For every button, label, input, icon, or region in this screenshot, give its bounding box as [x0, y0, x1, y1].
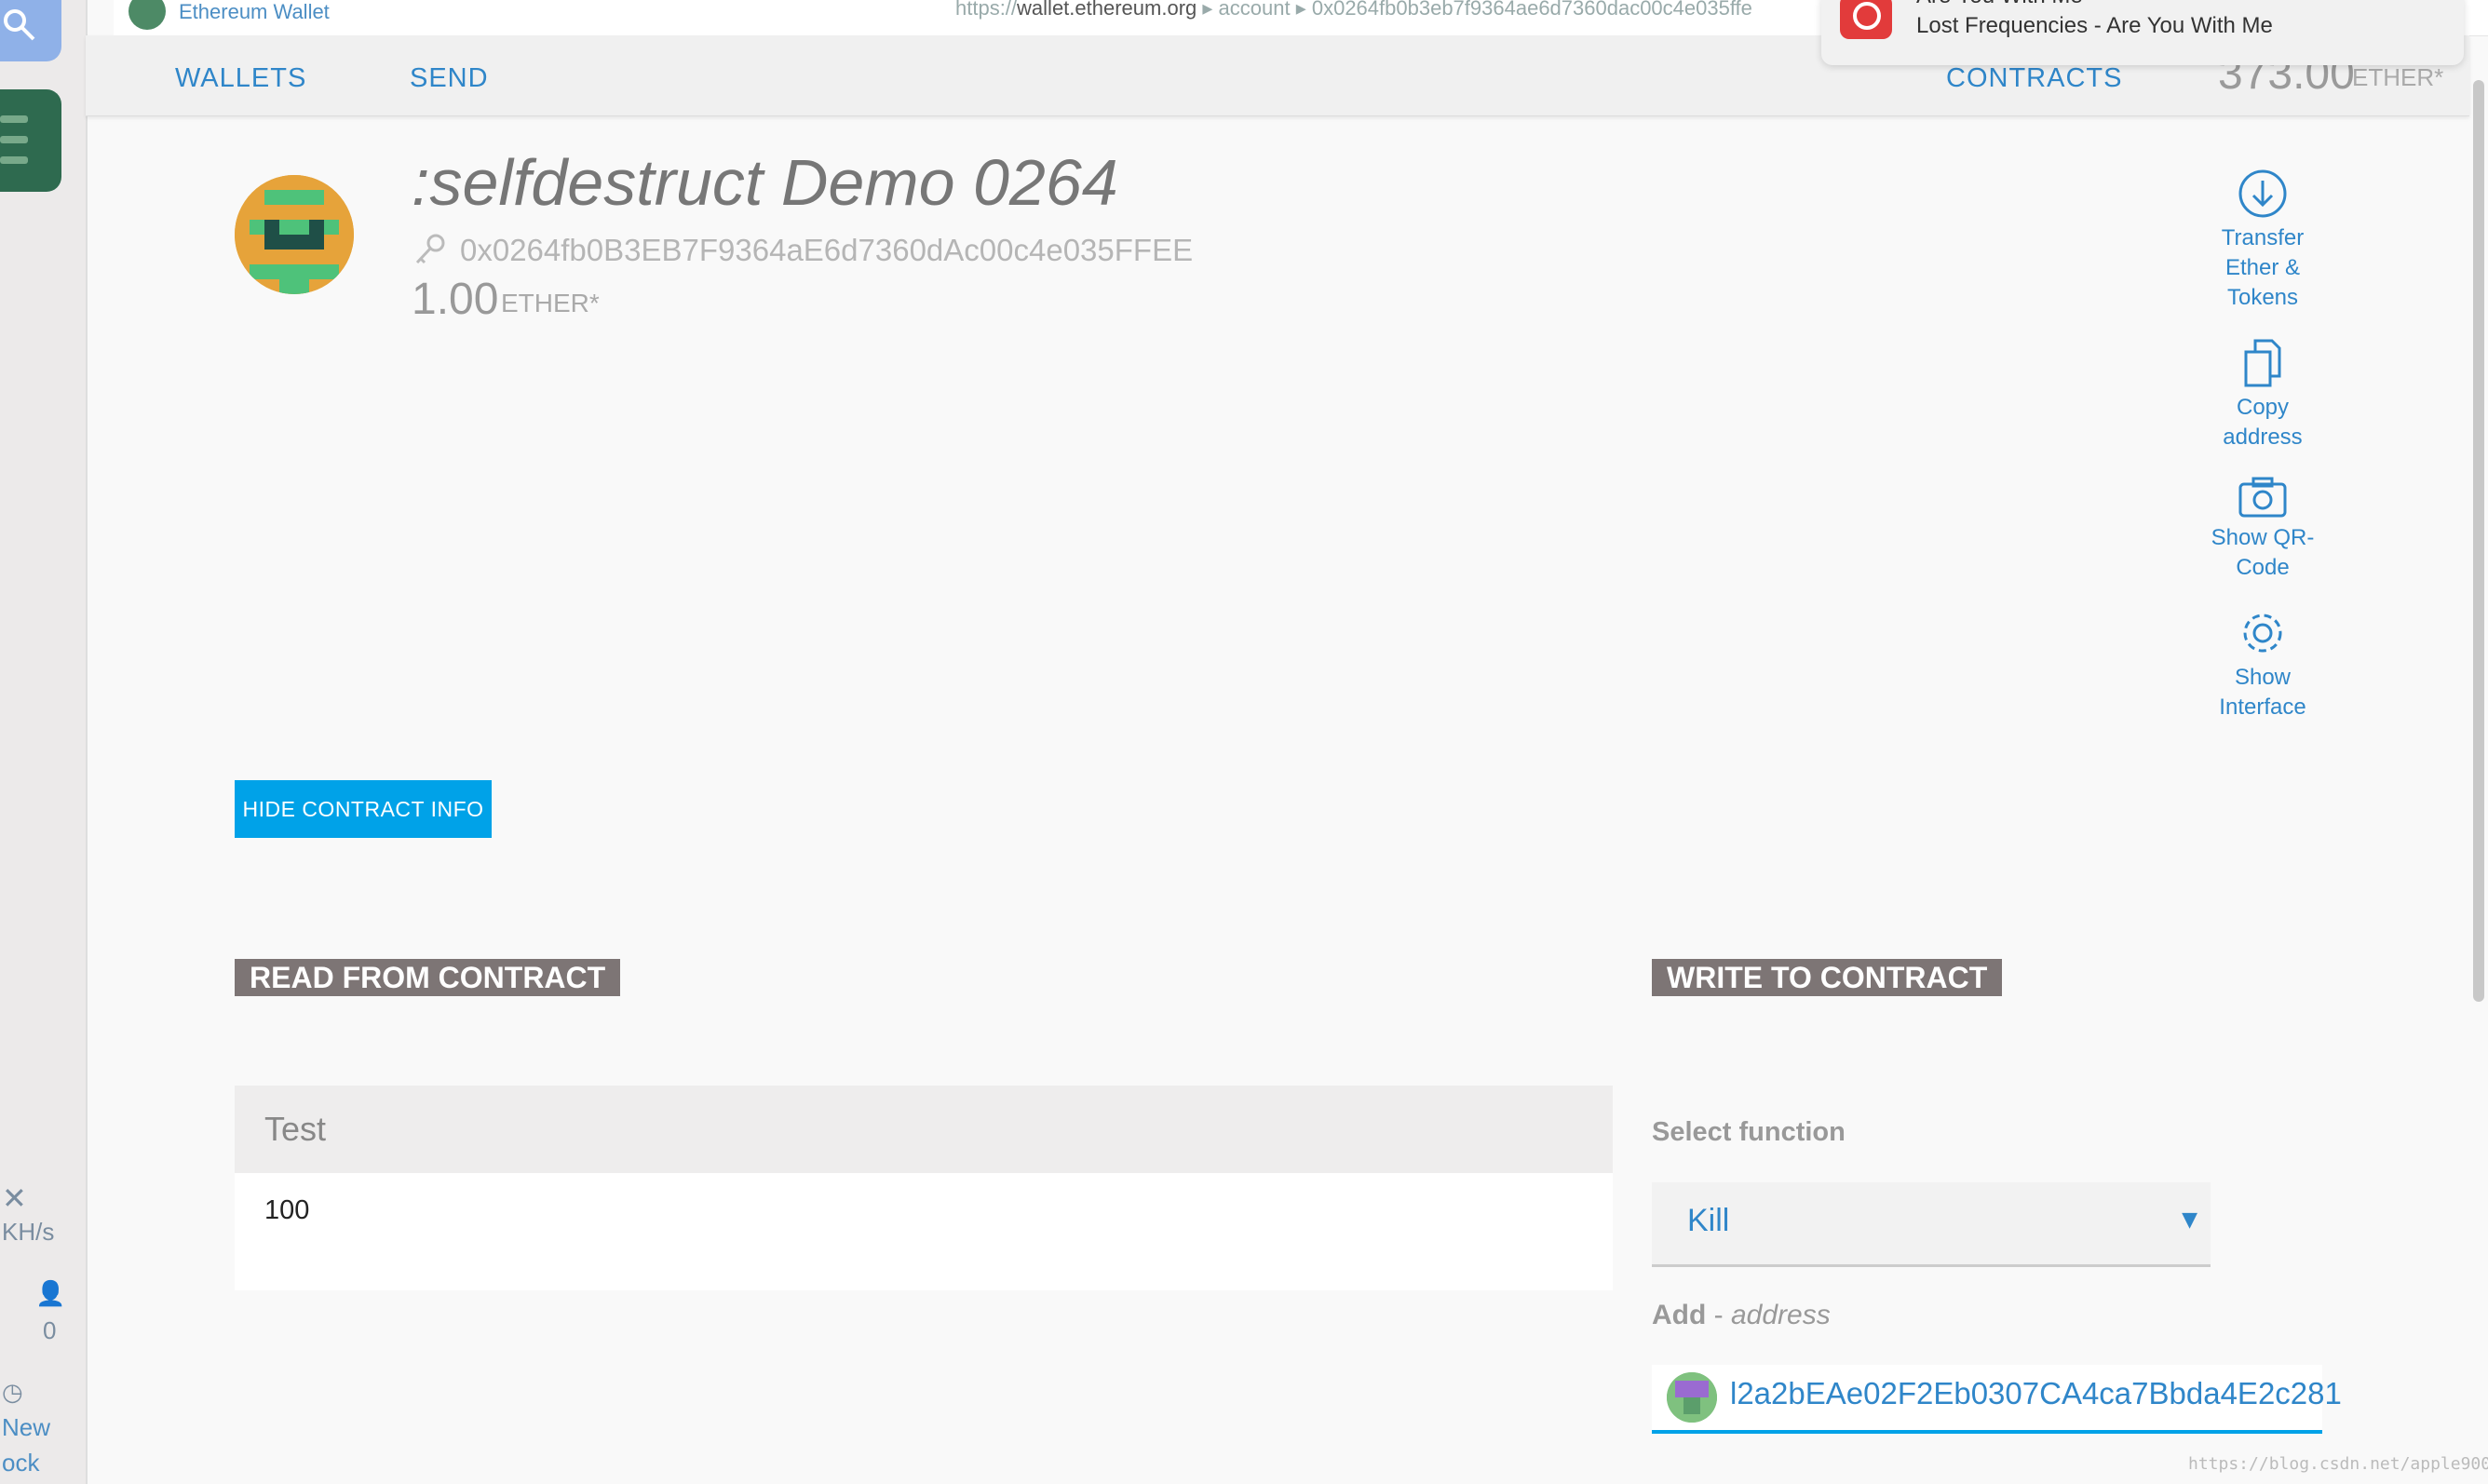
qr-label-1: Show QR-	[2211, 525, 2315, 550]
copy-address-button[interactable]: Copy address	[2179, 337, 2346, 452]
music-app-icon	[1840, 0, 1892, 39]
read-from-contract-heading: READ FROM CONTRACT	[235, 959, 621, 996]
selected-function: Kill	[1687, 1203, 1730, 1238]
hide-contract-info-button[interactable]: HIDE CONTRACT INFO	[235, 780, 492, 838]
block-label-1: New	[2, 1413, 51, 1441]
total-balance-unit: ETHER*	[2352, 63, 2444, 91]
nav-send[interactable]: SEND	[410, 63, 489, 94]
interface-label-1: Show	[2234, 665, 2292, 690]
contract-address[interactable]: 0x0264fb0B3EB7F9364aE6d7360dAc00c4e035FF…	[460, 233, 1193, 268]
search-button[interactable]	[0, 0, 61, 61]
transfer-ether-tokens-button[interactable]: Transfer Ether & Tokens	[2179, 168, 2346, 313]
read-function-name: Test	[235, 1086, 1613, 1173]
copy-document-icon	[2244, 339, 2281, 387]
select-function-label: Select function	[1652, 1117, 1846, 1147]
left-sidebar: ✕ KH/s 👤 0 ◷ New ock	[0, 0, 88, 1484]
contract-balance: 1.00	[412, 275, 499, 324]
notification-subtitle: Lost Frequencies - Are You With Me	[1916, 13, 2273, 38]
menu-button[interactable]	[0, 89, 61, 192]
qr-label-2: Code	[2236, 555, 2290, 580]
contract-title: :selfdestruct Demo 0264	[412, 146, 1118, 219]
param-name: Add	[1652, 1300, 1707, 1330]
transfer-label-2: Ether &	[2224, 255, 2301, 280]
copy-label-2: address	[2223, 425, 2303, 450]
contract-identicon	[235, 175, 354, 294]
show-qr-code-button[interactable]: Show QR- Code	[2179, 475, 2346, 583]
nav-wallets[interactable]: WALLETS	[175, 63, 306, 94]
music-notification[interactable]: Are You With Me Lost Frequencies - Are Y…	[1821, 0, 2464, 65]
write-to-contract-heading: WRITE TO CONTRACT	[1652, 959, 2003, 996]
read-function-value: 100	[235, 1173, 1613, 1290]
dropdown-arrow-icon: ▼	[2182, 1208, 2197, 1232]
block-label-2: ock	[2, 1449, 40, 1477]
notification-title: Are You With Me	[1916, 0, 2083, 9]
menu-icon	[0, 115, 28, 123]
transfer-label-1: Transfer	[2221, 225, 2305, 250]
nav-contracts[interactable]: CONTRACTS	[1946, 63, 2122, 94]
function-select[interactable]: Kill ▼	[1652, 1182, 2211, 1267]
scrollbar[interactable]	[2473, 80, 2484, 1002]
interface-label-2: Interface	[2219, 695, 2306, 720]
gear-icon	[2243, 614, 2282, 653]
camera-icon	[2238, 477, 2287, 518]
url-bar[interactable]: https://wallet.ethereum.org ▸ account ▸ …	[955, 0, 1752, 20]
show-interface-button[interactable]: Show Interface	[2179, 607, 2346, 722]
mining-icon: ✕	[2, 1181, 27, 1215]
transfer-label-3: Tokens	[2226, 285, 2299, 310]
url-domain: wallet.ethereum.org	[1017, 0, 1197, 20]
url-path: ▸ account ▸ 0x0264fb0b3eb7f9364ae6d7360d…	[1197, 0, 1752, 20]
url-prefix: https://	[955, 0, 1018, 20]
download-circle-icon	[2238, 169, 2287, 218]
address-input[interactable]: l2a2bEAe02F2Eb0307CA4ca7Bbda4E2c281	[1652, 1365, 2342, 1434]
peers-icon: 👤	[35, 1279, 66, 1307]
address-identicon	[1667, 1372, 1717, 1423]
param-label: Add - address	[1652, 1300, 1831, 1330]
clock-icon: ◷	[2, 1378, 23, 1406]
copy-label-1: Copy	[2236, 395, 2290, 420]
watermark: https://blog.csdn.net/apple9005	[2188, 1454, 2488, 1474]
param-type: address	[1731, 1300, 1831, 1330]
peers-count: 0	[43, 1316, 57, 1344]
hashrate-unit: KH/s	[2, 1218, 55, 1246]
contract-balance-unit: ETHER*	[501, 289, 600, 317]
key-icon	[415, 234, 445, 264]
search-icon	[4, 9, 35, 41]
app-title[interactable]: Ethereum Wallet	[179, 0, 330, 24]
address-input-value: l2a2bEAe02F2Eb0307CA4ca7Bbda4E2c281	[1730, 1376, 2342, 1410]
read-function-card: Test 100	[235, 1086, 1613, 1290]
ethereum-wallet-logo	[128, 0, 166, 30]
